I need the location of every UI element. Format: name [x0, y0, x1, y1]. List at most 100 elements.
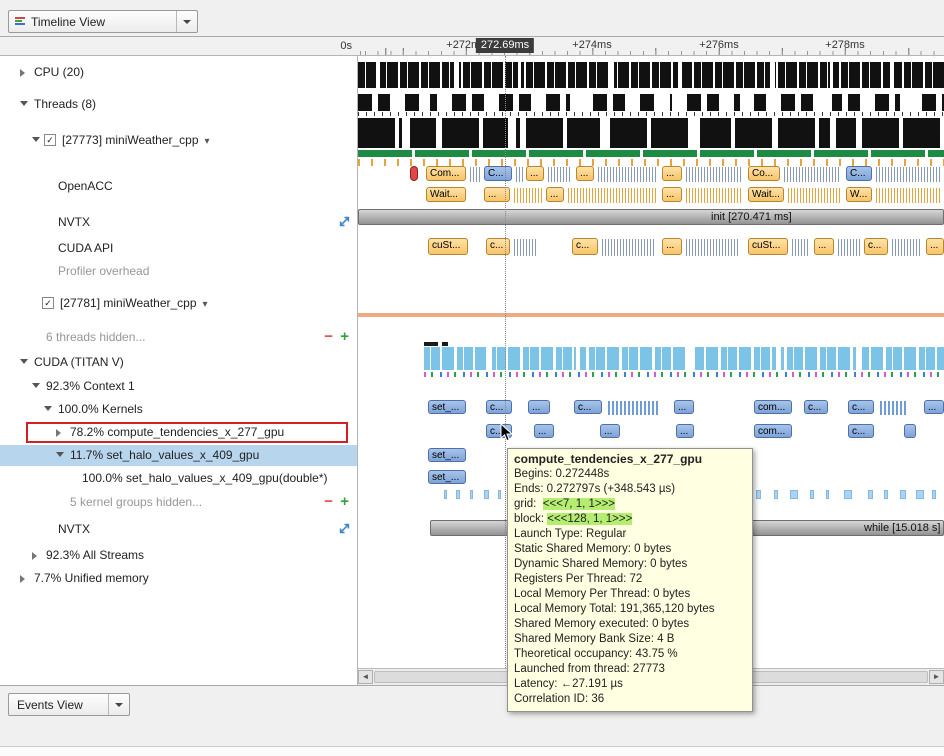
tree-row[interactable]: 100.0% set_halo_values_x_409_gpu(double*… — [0, 468, 357, 489]
hide-rows-icon[interactable]: − — [324, 328, 333, 345]
tree-row[interactable]: 92.3% All Streams — [0, 545, 357, 566]
timeline-event[interactable]: ... — [662, 187, 682, 202]
tree-row[interactable]: 6 threads hidden...−+ — [0, 327, 357, 348]
collapse-icon[interactable] — [44, 406, 52, 411]
timeline-event[interactable]: ... — [676, 424, 694, 438]
timeline-ruler[interactable]: 272.69ms +272ms+274ms+276ms+278ms — [358, 37, 944, 56]
tree-row-label: [27781] miniWeather_cpp▾ — [60, 296, 208, 310]
timeline-event[interactable]: c... — [486, 238, 510, 255]
tree-row[interactable]: CUDA API — [0, 238, 357, 259]
timeline-event[interactable]: init [270.471 ms] — [358, 209, 944, 225]
timeline-event[interactable]: ... — [924, 400, 944, 414]
scroll-left-icon[interactable]: ◄ — [358, 670, 373, 684]
timeline-event — [790, 490, 798, 499]
activity-gap — [686, 347, 694, 370]
timeline-event[interactable]: c... — [486, 400, 512, 414]
timeline-event[interactable]: ... — [600, 424, 620, 438]
track-thread27773-activity — [358, 118, 944, 148]
timeline-event[interactable]: cuSt... — [428, 238, 468, 255]
threads-activity-pattern — [358, 94, 944, 111]
collapse-icon[interactable] — [32, 137, 40, 142]
tree-row[interactable]: 92.3% Context 1 — [0, 376, 357, 397]
timeline-event[interactable]: ... — [528, 400, 550, 414]
collapse-icon[interactable] — [56, 452, 64, 457]
timeline-event[interactable]: set_... — [428, 470, 466, 484]
tree-row[interactable]: ✓ [27781] miniWeather_cpp▾ — [0, 293, 357, 314]
timeline-event[interactable]: ... — [662, 238, 682, 255]
timeline-event[interactable]: com... — [754, 424, 792, 438]
tree-row[interactable]: NVTX — [0, 519, 357, 540]
timeline-event[interactable]: set_... — [428, 448, 466, 462]
timeline-event[interactable]: W... — [846, 187, 872, 202]
timeline-event[interactable]: ... — [662, 166, 682, 181]
timeline-event[interactable]: c... — [574, 400, 602, 414]
collapse-icon[interactable] — [20, 101, 28, 106]
tree-row[interactable]: Threads (8) — [0, 94, 357, 115]
timeline-event[interactable]: c... — [848, 400, 874, 414]
timeline-event[interactable]: Wait... — [426, 187, 466, 202]
visibility-checkbox[interactable]: ✓ — [42, 297, 54, 309]
tree-row[interactable]: CUDA (TITAN V) — [0, 352, 357, 373]
timeline-event[interactable]: set_... — [428, 400, 466, 414]
timeline-event[interactable]: ... — [534, 424, 554, 438]
timeline-event[interactable]: C... — [484, 166, 512, 181]
tree-row[interactable]: CPU (20) — [0, 62, 357, 83]
timeline-event[interactable]: ... — [926, 238, 944, 255]
row-options-icon[interactable]: ▾ — [203, 299, 208, 310]
timeline-event[interactable]: c... — [864, 238, 888, 255]
tree-row[interactable]: OpenACC — [0, 176, 357, 197]
tree-row-label: CUDA API — [58, 241, 113, 255]
dropdown-arrow-icon[interactable] — [108, 694, 129, 715]
expand-icon[interactable] — [20, 69, 25, 77]
tooltip-line: Theoretical occupancy: 43.75 % — [514, 647, 746, 662]
tree-row[interactable]: 7.7% Unified memory — [0, 568, 357, 589]
tree-row[interactable]: 5 kernel groups hidden...−+ — [0, 492, 357, 513]
timeline-view-icon — [15, 16, 27, 28]
events-view-selector[interactable]: Events View — [8, 693, 130, 716]
timeline-view-selector[interactable]: Timeline View — [8, 10, 198, 33]
expand-track-icon[interactable] — [338, 215, 351, 228]
track-thread27773-marker-ticks — [358, 159, 944, 166]
view-selector-label: Timeline View — [31, 15, 176, 29]
collapse-icon[interactable] — [20, 359, 28, 364]
timeline-event[interactable]: ... — [814, 238, 834, 255]
show-rows-icon[interactable]: + — [340, 493, 349, 510]
expand-track-icon[interactable] — [338, 522, 351, 535]
expand-icon[interactable] — [56, 429, 61, 437]
dropdown-arrow-icon[interactable] — [176, 11, 197, 32]
timeline-event[interactable]: Com... — [426, 166, 466, 181]
timeline-event[interactable]: Co... — [748, 166, 780, 181]
expand-icon[interactable] — [32, 552, 37, 560]
timeline-event[interactable]: c... — [804, 400, 828, 414]
track-gpu-dashes — [358, 342, 944, 346]
timeline-event[interactable]: Wait... — [748, 187, 784, 202]
tree-row[interactable]: 11.7% set_halo_values_x_409_gpu — [0, 445, 357, 466]
timeline-event[interactable]: cuSt... — [748, 238, 788, 255]
tree-row[interactable]: ✓[27773] miniWeather_cpp▾ — [0, 130, 357, 151]
expand-icon[interactable] — [20, 575, 25, 583]
timeline-event[interactable]: ... — [674, 400, 694, 414]
timeline-event[interactable] — [904, 424, 916, 438]
tree-row[interactable]: 100.0% Kernels — [0, 399, 357, 420]
row-options-icon[interactable]: ▾ — [205, 136, 210, 147]
scroll-right-icon[interactable]: ► — [929, 670, 944, 684]
tree-row[interactable]: Profiler overhead — [0, 261, 357, 282]
timeline-event[interactable]: c... — [572, 238, 598, 255]
hide-rows-icon[interactable]: − — [324, 493, 333, 510]
tree-row[interactable]: NVTX — [0, 212, 357, 233]
timeline-event[interactable]: ... — [576, 166, 594, 181]
thread27773-openacc-band-pattern — [358, 150, 944, 157]
visibility-checkbox[interactable]: ✓ — [44, 134, 56, 146]
timeline-event[interactable] — [410, 166, 418, 181]
timeline-event[interactable]: com... — [754, 400, 792, 414]
collapse-icon[interactable] — [32, 383, 40, 388]
show-rows-icon[interactable]: + — [340, 328, 349, 345]
activity-gap — [830, 62, 833, 88]
timeline-event[interactable]: c... — [848, 424, 874, 438]
events-view-label: Events View — [9, 698, 108, 712]
timeline-event[interactable]: ... — [526, 166, 544, 181]
timeline-event[interactable]: ... — [484, 187, 510, 202]
timeline-event[interactable]: C... — [846, 166, 872, 181]
timeline-event[interactable]: ... — [546, 187, 564, 202]
tree-row[interactable]: 78.2% compute_tendencies_x_277_gpu — [0, 422, 357, 443]
